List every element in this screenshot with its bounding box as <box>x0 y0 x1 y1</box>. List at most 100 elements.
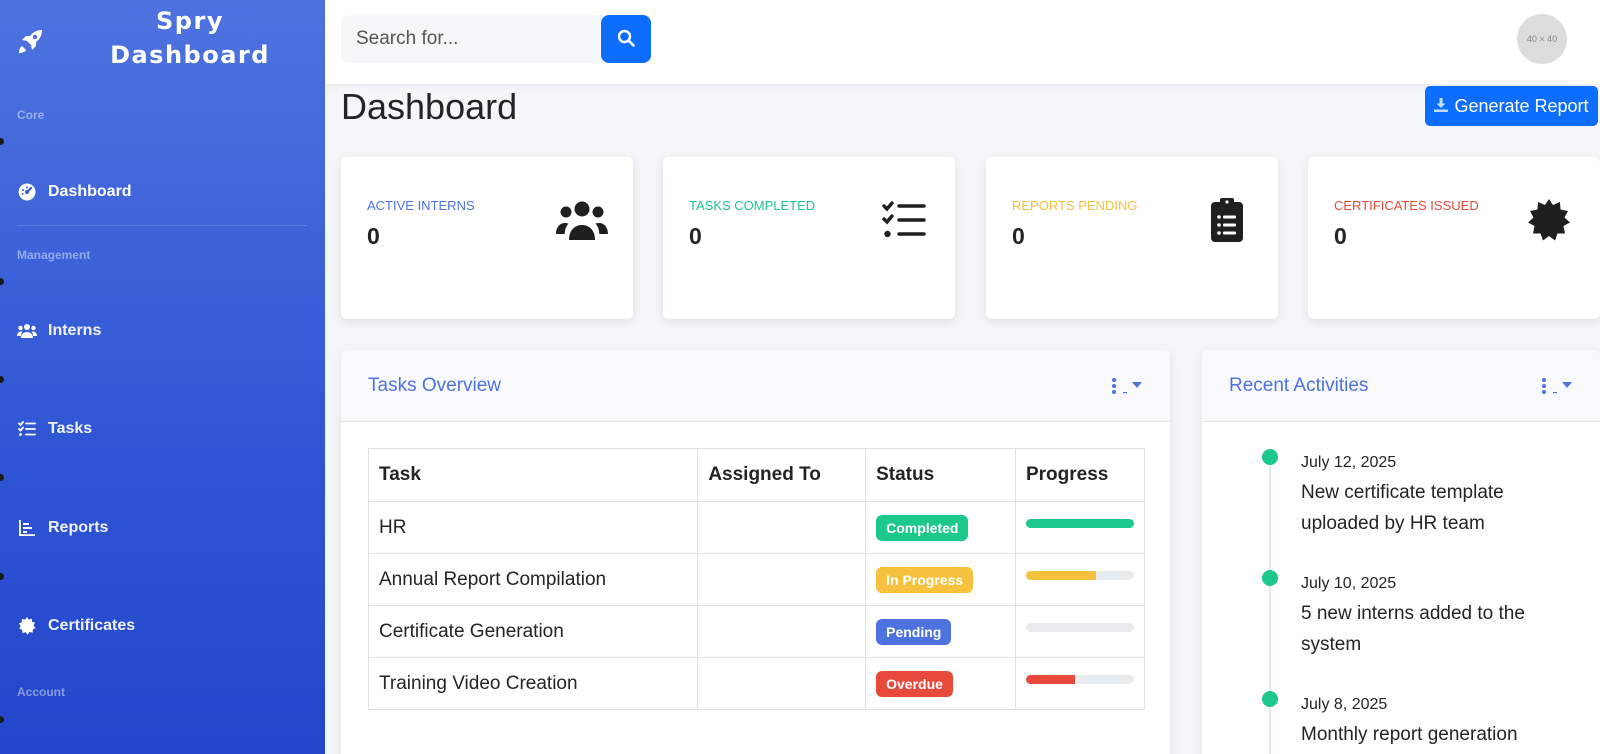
panel-menu-button[interactable] <box>1541 377 1573 395</box>
activity-date: July 8, 2025 <box>1301 696 1388 713</box>
brand-line-1: Spry <box>156 7 224 35</box>
assigned-to <box>697 553 867 606</box>
progress-bar <box>1025 571 1134 580</box>
brand-name: Spry Dashboard <box>70 4 310 72</box>
task-name: HR <box>367 501 699 554</box>
column-header: Progress <box>1014 448 1146 502</box>
stat-label: Certificates Issued <box>1334 198 1479 213</box>
timeline-dot <box>1262 570 1278 586</box>
stat-value: 0 <box>689 223 702 249</box>
progress-bar <box>1025 675 1134 684</box>
table-header-row: Task Assigned To Status Progress <box>367 448 1146 502</box>
column-header: Status <box>865 448 1016 502</box>
progress-fill <box>1025 675 1075 684</box>
search-icon <box>617 29 635 50</box>
activity-text: Monthly report generation <box>1301 724 1518 745</box>
activity-text: 5 new interns added to the system <box>1301 603 1525 655</box>
status-badge: Overdue <box>876 670 953 697</box>
chart-bar-icon <box>17 518 37 538</box>
sidebar-item-interns[interactable]: Interns <box>0 311 325 351</box>
stat-label: Active Interns <box>367 198 475 213</box>
brand[interactable]: Spry Dashboard <box>0 0 325 90</box>
task-name: Annual Report Compilation <box>367 553 699 606</box>
avatar[interactable]: 40 × 40 <box>1517 14 1567 64</box>
sidebar-item-certificates[interactable]: Certificates <box>0 606 325 646</box>
section-heading-account: Account <box>17 685 65 699</box>
progress-cell <box>1014 605 1146 658</box>
rocket-icon <box>16 28 44 56</box>
search-form <box>341 15 651 63</box>
tasks-table: Task Assigned To Status Progress HR Compl… <box>367 448 1146 710</box>
download-icon <box>1434 96 1449 117</box>
generate-report-button[interactable]: Generate Report <box>1425 86 1598 126</box>
ellipsis-vertical-icon <box>1112 377 1142 394</box>
timeline-dot <box>1262 449 1278 465</box>
panel-title: Recent Activities <box>1229 374 1369 396</box>
section-heading-core: Core <box>17 108 45 122</box>
stat-label: Reports Pending <box>1012 198 1138 213</box>
status-badge: Completed <box>876 514 969 541</box>
column-header: Assigned To <box>697 448 867 502</box>
sidebar-item-tasks[interactable]: Tasks <box>0 409 325 449</box>
task-name: Certificate Generation <box>367 605 699 658</box>
sidebar-item-label: Tasks <box>48 420 93 437</box>
progress-cell <box>1014 553 1146 606</box>
table-row[interactable]: Annual Report Compilation In Progress <box>367 553 1146 606</box>
progress-cell <box>1014 501 1146 554</box>
stat-value: 0 <box>1334 223 1347 249</box>
status-cell: In Progress <box>865 553 1016 606</box>
task-name: Training Video Creation <box>367 657 699 710</box>
list-bullet <box>0 138 4 145</box>
activity-date: July 12, 2025 <box>1301 454 1397 471</box>
list-bullet <box>0 573 4 580</box>
progress-bar <box>1025 623 1134 632</box>
stat-value: 0 <box>367 223 380 249</box>
generate-report-label: Generate Report <box>1454 95 1589 116</box>
status-cell: Completed <box>865 501 1016 554</box>
timeline-dot <box>1262 691 1278 707</box>
stat-card-reports-pending: Reports Pending 0 <box>986 157 1278 319</box>
panel-menu-button[interactable] <box>1111 377 1143 395</box>
list-bullet <box>0 474 4 481</box>
sidebar-item-reports[interactable]: Reports <box>0 508 325 548</box>
status-cell: Pending <box>865 605 1016 658</box>
table-row[interactable]: Certificate Generation Pending <box>367 605 1146 658</box>
certificate-icon <box>17 616 37 636</box>
stat-label: Tasks Completed <box>689 198 816 213</box>
panel-header: Tasks Overview <box>341 350 1170 422</box>
tasks-overview-panel: Tasks Overview Task Assigned To Status P… <box>341 350 1170 754</box>
list-bullet <box>0 376 4 383</box>
activity-date: July 10, 2025 <box>1301 575 1397 592</box>
tachometer-icon <box>17 182 37 202</box>
sidebar: Spry Dashboard Core Dashboard Management… <box>0 0 325 754</box>
clipboard-list-icon <box>1200 197 1254 243</box>
assigned-to <box>697 501 867 554</box>
search-input[interactable] <box>341 15 603 63</box>
status-badge: In Progress <box>876 566 974 593</box>
progress-bar <box>1025 519 1134 528</box>
sidebar-item-dashboard[interactable]: Dashboard <box>0 172 325 212</box>
tasks-icon <box>17 419 37 439</box>
brand-line-2: Dashboard <box>110 41 270 69</box>
stat-card-certificates-issued: Certificates Issued 0 <box>1308 157 1600 319</box>
status-cell: Overdue <box>865 657 1016 710</box>
table-row[interactable]: HR Completed <box>367 501 1146 554</box>
assigned-to <box>697 605 867 658</box>
users-icon <box>17 321 37 341</box>
panel-title: Tasks Overview <box>368 374 502 396</box>
sidebar-item-label: Reports <box>48 519 109 536</box>
search-button[interactable] <box>601 15 651 63</box>
page-title: Dashboard <box>341 86 518 127</box>
sidebar-item-label: Interns <box>48 322 102 339</box>
status-badge: Pending <box>876 618 952 645</box>
progress-fill <box>1025 519 1134 528</box>
sidebar-item-label: Certificates <box>48 617 136 634</box>
column-header: Task <box>367 448 699 502</box>
users-icon <box>555 197 609 243</box>
stat-value: 0 <box>1012 223 1025 249</box>
recent-activities-panel: Recent Activities July 12, 2025 New cert… <box>1202 350 1600 754</box>
topbar: 40 × 40 <box>325 0 1600 84</box>
section-heading-management: Management <box>17 248 91 262</box>
tasks-icon <box>877 197 931 243</box>
table-row[interactable]: Training Video Creation Overdue <box>367 657 1146 710</box>
